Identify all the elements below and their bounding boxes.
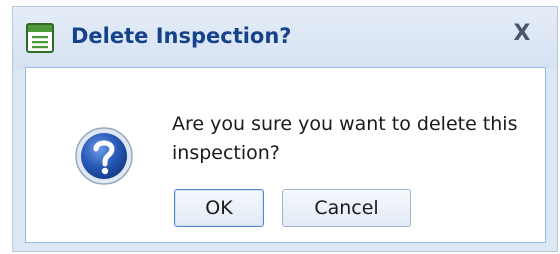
dialog-titlebar[interactable]: Delete Inspection? X — [13, 7, 557, 69]
dialog-body: Are you sure you want to delete this ins… — [25, 67, 546, 243]
dialog-message: Are you sure you want to delete this ins… — [172, 113, 518, 164]
close-button[interactable]: X — [509, 21, 535, 47]
delete-inspection-dialog: Delete Inspection? X Are you sure you wa… — [12, 6, 558, 252]
window-form-icon — [26, 23, 54, 53]
cancel-button[interactable]: Cancel — [282, 189, 411, 227]
question-mark-icon — [74, 126, 134, 186]
dialog-title: Delete Inspection? — [71, 24, 292, 48]
ok-button[interactable]: OK — [174, 189, 264, 227]
